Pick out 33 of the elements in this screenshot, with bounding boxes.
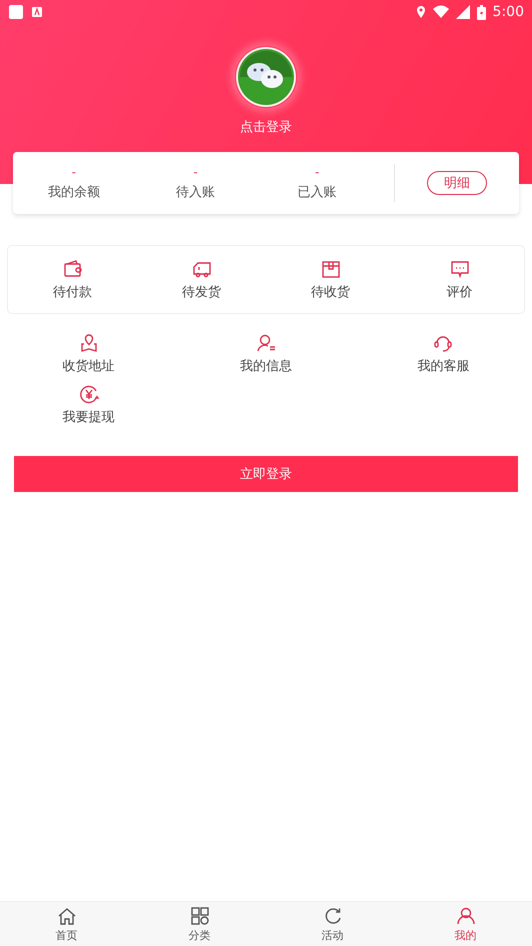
user-icon bbox=[454, 905, 476, 927]
notification-icon bbox=[8, 4, 24, 20]
user-icon bbox=[254, 332, 277, 354]
balance-label: 我的余额 bbox=[48, 184, 100, 201]
balance-value: - bbox=[72, 165, 76, 179]
signal-icon bbox=[456, 5, 470, 19]
app-icon bbox=[31, 6, 43, 18]
order-status-label[interactable]: 评价 bbox=[446, 283, 472, 301]
yuan-icon bbox=[78, 383, 100, 405]
tab-item[interactable]: 分类 bbox=[133, 902, 266, 946]
login-button[interactable]: 立即登录 bbox=[14, 456, 518, 492]
service-label[interactable]: 我的信息 bbox=[240, 357, 292, 375]
balance-value: - bbox=[193, 165, 198, 179]
balance-label: 已入账 bbox=[298, 184, 337, 201]
tab-item[interactable]: 活动 bbox=[266, 902, 399, 946]
wifi-icon bbox=[432, 5, 449, 19]
balance-label: 待入账 bbox=[176, 184, 215, 201]
order-status-label[interactable]: 待收货 bbox=[311, 283, 350, 301]
tab-item[interactable]: 首页 bbox=[0, 902, 133, 946]
grid-icon bbox=[188, 905, 210, 927]
service-label[interactable]: 我要提现 bbox=[62, 408, 115, 426]
location-icon bbox=[416, 5, 426, 19]
service-label[interactable]: 收货地址 bbox=[62, 357, 115, 375]
balance-value: - bbox=[315, 165, 320, 179]
order-status-label[interactable]: 待付款 bbox=[53, 283, 92, 301]
detail-button[interactable]: 明细 bbox=[427, 171, 488, 195]
clock-time: 5:00 bbox=[492, 4, 524, 20]
login-prompt[interactable]: 点击登录 bbox=[240, 118, 292, 136]
battery-icon bbox=[476, 4, 486, 20]
tab-item[interactable]: 我的 bbox=[399, 902, 532, 946]
service-label[interactable]: 我的客服 bbox=[417, 357, 470, 375]
avatar-icon[interactable] bbox=[235, 46, 297, 108]
order-status-label[interactable]: 待发货 bbox=[182, 283, 221, 301]
